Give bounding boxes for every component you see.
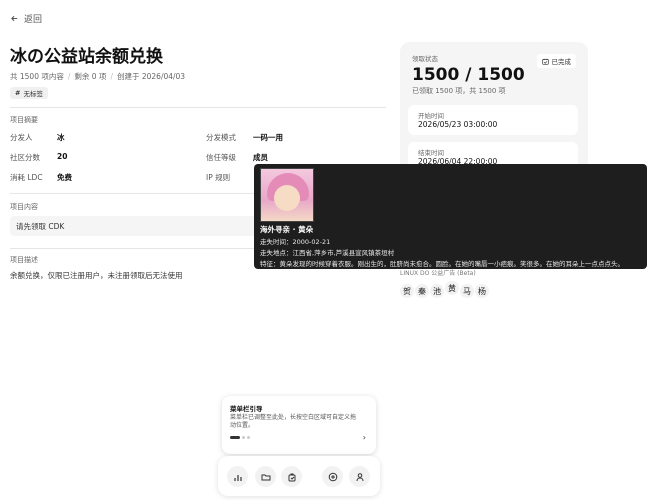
content-label: 项目内容 [10,203,38,211]
surname-chip[interactable]: 马 [460,284,474,298]
field-label: 分发模式 [206,133,236,142]
back-button[interactable]: 返回 [10,12,42,25]
guide-title: 菜单栏引导 [230,405,263,413]
calendar-check-icon [541,58,549,65]
folder-button[interactable] [255,466,276,487]
description-label: 项目描述 [10,256,38,264]
status-label: 领取状态 [412,55,438,63]
divider [10,107,386,108]
tag-badge: # 无标签 [10,87,48,99]
field-value: 免费 [57,173,72,182]
bag-icon [288,473,295,481]
end-time-label: 结束时间 [418,149,444,157]
meta-remaining: 剩余 0 项 [74,72,107,81]
surname-chip[interactable]: 秦 [415,284,429,298]
guide-description: 菜单栏已调整至此处，长按空白区域可自定义拖动位置。 [230,414,357,430]
chart-icon [233,474,242,481]
start-time-label: 开始时间 [418,112,444,120]
bottom-toolbar [218,456,380,496]
tooltip-name: 海外寻亲 · 黄朵 [260,225,314,234]
claim-sub: 已领取 1500 项，共 1500 项 [412,87,506,95]
tag-label: 无标签 [23,90,43,98]
start-time-value: 2026/05/23 03:00:00 [418,120,498,129]
surname-chip[interactable]: 贺 [400,284,414,298]
menu-guide-card: 菜单栏引导 菜单栏已调整至此处，长按空白区域可自定义拖动位置。 › [222,396,376,454]
chart-button[interactable] [227,466,248,487]
arrow-left-icon [11,15,18,22]
meta-total: 共 1500 项内容 [10,72,64,81]
start-time-box: 开始时间 2026/05/23 03:00:00 [408,105,578,135]
tooltip-missing-time: 走失时间：2000-02-21 [260,238,331,246]
page-title: 冰の公益站余额兑换 [10,47,163,67]
guide-pagination [230,436,250,439]
field-label: 分发人 [10,133,33,142]
surname-chip[interactable]: 池 [430,284,444,298]
surname-chip[interactable]: 杨 [475,284,489,298]
plus-circle-icon [328,472,337,481]
surname-chip[interactable]: 黄 [445,281,459,295]
surname-chips: 贺 秦 池 黄 马 杨 [400,281,489,298]
field-label: IP 规则 [206,173,231,182]
summary-label: 项目摘要 [10,116,38,124]
field-value: 20 [57,152,68,161]
child-photo [260,168,314,222]
guide-next-button[interactable]: › [363,433,366,442]
field-label: 消耗 LDC [10,173,43,182]
back-label: 返回 [24,15,43,25]
field-label: 信任等级 [206,153,236,162]
tooltip-missing-place: 走失地点：江西省,萍乡市,芦溪县宣风镇茶垣村 [260,249,395,257]
field-label: 社区分数 [10,153,40,162]
missing-person-tooltip: 海外寻亲 · 黄朵 走失时间：2000-02-21 走失地点：江西省,萍乡市,芦… [254,164,647,269]
field-value: 成员 [253,153,268,162]
bag-button[interactable] [281,466,302,487]
tooltip-features: 特征：黄朵发现的时候穿着衣服。刚出生的，肚脐尚未愈合。圆脸。在她的嘴唇一小疤痕。… [260,260,624,268]
description-text: 余额兑换，仅限已注册用户，未注册领取后无法使用 [10,271,183,280]
status-badge-label: 已完成 [551,58,572,66]
field-value: 冰 [57,133,65,142]
claim-count: 1500 / 1500 [412,65,525,85]
profile-button[interactable] [349,466,370,487]
user-icon [356,472,363,481]
folder-icon [261,474,270,480]
hash-icon: # [15,89,21,97]
meta-created: 创建于 2026/04/03 [116,72,186,81]
linuxdo-ad-label: LINUX DO 公益广告 (Beta) [400,270,476,277]
project-meta: 共 1500 项内容 / 剩余 0 项 / 创建于 2026/04/03 [10,72,186,81]
field-value: 一码一用 [253,133,283,142]
status-badge: 已完成 [536,54,576,68]
add-button[interactable] [322,466,343,487]
